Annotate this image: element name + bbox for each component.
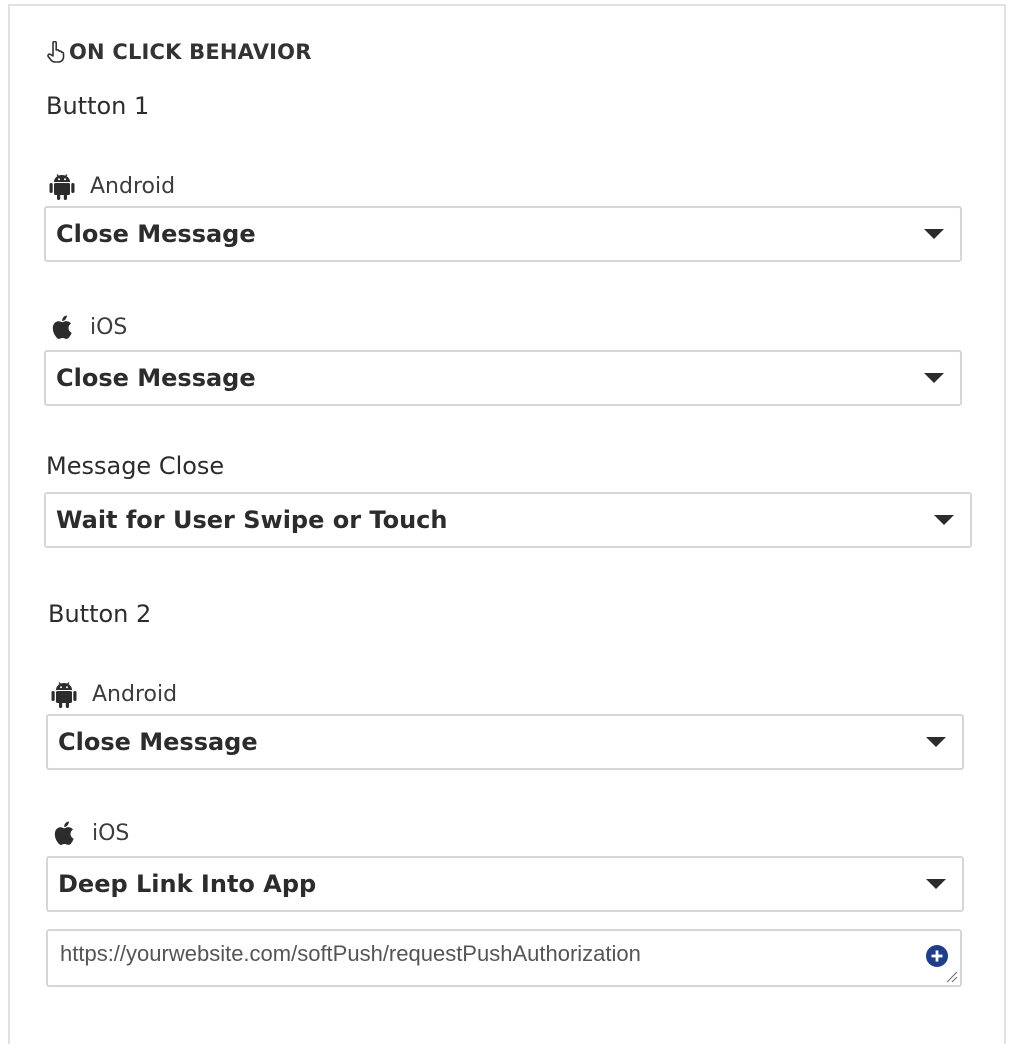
caret-down-icon xyxy=(926,879,946,889)
button2-android-select[interactable]: Close Message xyxy=(46,714,964,770)
button1-ios-select[interactable]: Close Message xyxy=(44,350,962,406)
apple-icon xyxy=(54,821,74,845)
android-icon xyxy=(49,174,75,200)
hand-pointer-icon xyxy=(47,41,65,63)
apple-icon xyxy=(52,315,72,339)
message-close-select[interactable]: Wait for User Swipe or Touch xyxy=(44,492,972,548)
caret-down-icon xyxy=(934,515,954,525)
platform-label-text: iOS xyxy=(90,314,128,340)
button2-ios-label: iOS xyxy=(50,818,129,848)
section-title: ON CLICK BEHAVIOR xyxy=(46,40,312,64)
select-value: Deep Link Into App xyxy=(58,870,317,898)
select-value: Close Message xyxy=(58,728,258,756)
button2-ios-select[interactable]: Deep Link Into App xyxy=(46,856,964,912)
platform-label-text: iOS xyxy=(92,820,130,846)
caret-down-icon xyxy=(926,737,946,747)
deep-link-url-input[interactable]: https://yourwebsite.com/softPush/request… xyxy=(46,929,962,987)
button1-ios-label: iOS xyxy=(48,312,127,342)
platform-label-text: Android xyxy=(92,681,178,707)
android-icon xyxy=(51,682,77,708)
caret-down-icon xyxy=(924,229,944,239)
resize-handle-icon[interactable] xyxy=(944,969,958,983)
select-value: Close Message xyxy=(56,220,256,248)
plus-glyph xyxy=(931,950,943,962)
message-close-label: Message Close xyxy=(46,452,225,480)
select-value: Wait for User Swipe or Touch xyxy=(56,506,448,534)
button2-label: Button 2 xyxy=(48,600,152,628)
button1-android-label: Android xyxy=(48,171,175,201)
button1-android-select[interactable]: Close Message xyxy=(44,206,962,262)
deep-link-url-text: https://yourwebsite.com/softPush/request… xyxy=(60,941,641,966)
button1-label: Button 1 xyxy=(46,92,150,120)
section-title-text: ON CLICK BEHAVIOR xyxy=(69,40,312,64)
button2-android-label: Android xyxy=(50,679,177,709)
select-value: Close Message xyxy=(56,364,256,392)
plus-circle-icon[interactable] xyxy=(926,945,948,967)
platform-label-text: Android xyxy=(90,173,176,199)
caret-down-icon xyxy=(924,373,944,383)
